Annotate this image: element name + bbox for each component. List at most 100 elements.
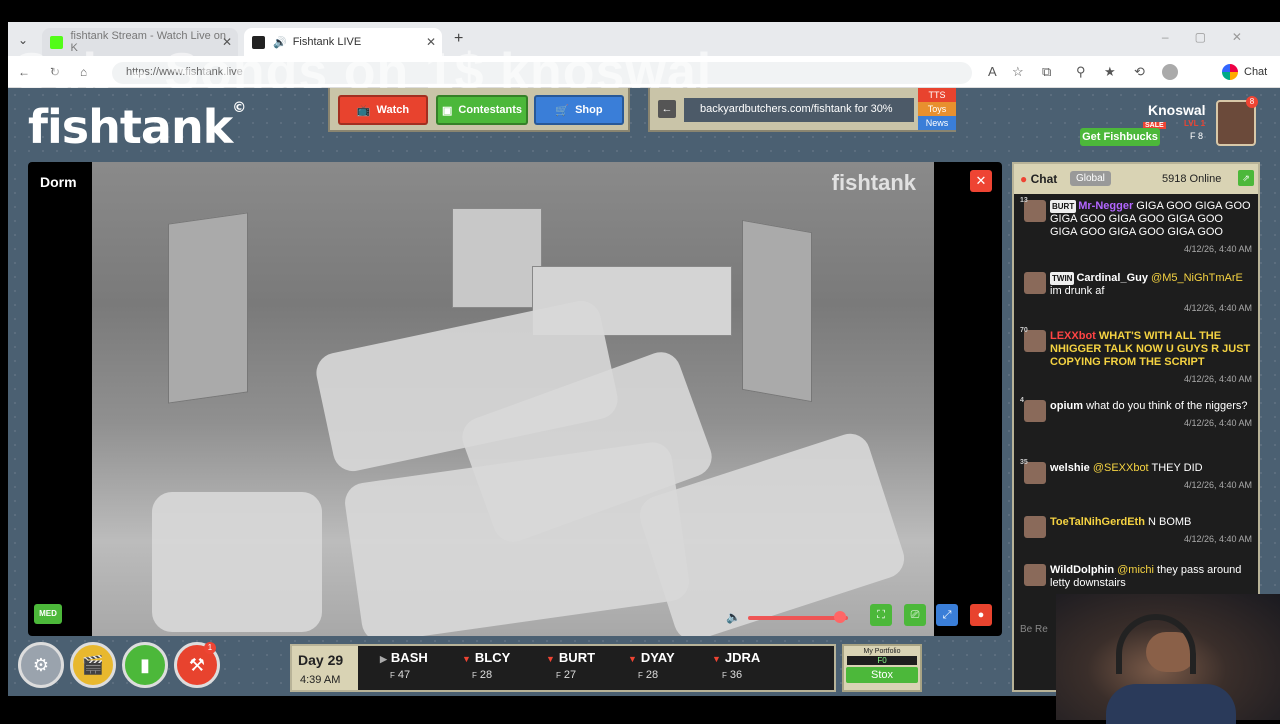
stock-price: F 27 [556, 669, 577, 681]
window-controls[interactable]: –▢✕ [1162, 30, 1268, 44]
avatar[interactable] [1024, 516, 1046, 538]
clapper-icon[interactable]: 🎬 [70, 642, 116, 688]
stock-item[interactable]: ▼ JDRA F 36 [712, 650, 792, 681]
chat-username[interactable]: Cardinal_Guy [1076, 272, 1148, 284]
chat-username[interactable]: LEXXbot [1050, 330, 1096, 342]
tts-tab[interactable]: TTS [918, 88, 956, 102]
copilot-button[interactable]: Chat [1222, 64, 1267, 80]
message-body: ToeTalNihGerdEth N BOMB 4/12/26, 4:40 AM [1050, 516, 1252, 546]
read-aloud-icon[interactable]: A [988, 64, 997, 79]
chat-message[interactable]: 13 BURT Mr-Negger GIGA GOO GIGA GOO GIGA G… [1020, 197, 1252, 256]
new-tab-icon[interactable]: + [454, 30, 463, 48]
message-body: WildDolphin @michi they pass around lett… [1050, 564, 1252, 590]
avatar[interactable] [1024, 272, 1046, 294]
home-icon[interactable]: ⌂ [80, 65, 87, 79]
stock-item[interactable]: ▼ BLCY F 28 [462, 650, 542, 681]
item-icon[interactable]: ▮ [122, 642, 168, 688]
mention[interactable]: @michi [1117, 564, 1154, 576]
volume-slider[interactable] [748, 616, 848, 620]
tab-list-icon[interactable]: ⌄ [18, 33, 28, 47]
history-icon[interactable]: ⟲ [1134, 64, 1145, 80]
chat-message[interactable]: 70 LEXXbot WHAT'S WITH ALL THE NHIGGER TA… [1020, 327, 1252, 386]
stock-name: ▼ JDRA [712, 650, 761, 665]
refresh-icon[interactable]: ↻ [50, 65, 60, 79]
message-text: im drunk af [1050, 285, 1105, 297]
mention[interactable]: @M5_NiGhTmArE [1151, 272, 1243, 284]
day-stock-panel: Day 29 4:39 AM ▶ BASH F 47 ▼ BLCY F 28 ▼ BURT F 27 ▼… [290, 644, 836, 692]
stox-button[interactable]: Stox [846, 667, 918, 683]
favorite-star-icon[interactable]: ☆ [1012, 64, 1024, 80]
chat-username[interactable]: WildDolphin [1050, 564, 1114, 576]
arrow-left-icon[interactable]: ← [658, 100, 676, 118]
extensions-icon[interactable]: ⧉ [1042, 64, 1051, 80]
close-tab-icon[interactable]: ✕ [426, 35, 436, 49]
settings-icon[interactable]: ⚙ [18, 642, 64, 688]
volume-slider-handle[interactable] [834, 611, 846, 623]
camera-feed[interactable]: fishtank [92, 162, 934, 636]
fullscreen-icon[interactable]: ⛶ [870, 604, 892, 626]
quality-button[interactable]: MED [34, 604, 62, 624]
chat-username[interactable]: opium [1050, 400, 1083, 412]
avatar[interactable]: 8 [1216, 96, 1258, 146]
news-tab[interactable]: News [918, 116, 956, 130]
stock-item[interactable]: ▼ DYAY F 28 [628, 650, 708, 681]
speaker-icon[interactable]: 🔊 [273, 36, 287, 49]
fishtank-logo[interactable]: fishtank© [28, 100, 246, 154]
profile-icon[interactable] [1162, 64, 1178, 80]
get-fishbucks-button[interactable]: Get Fishbucks [1080, 128, 1160, 146]
bed [342, 439, 692, 636]
close-tab-icon[interactable]: ✕ [222, 35, 232, 49]
stock-item[interactable]: ▶ BASH F 47 [380, 650, 460, 681]
stock-name: ▼ BURT [546, 650, 596, 665]
message-text: what do you think of the niggers? [1086, 400, 1248, 412]
chat-username[interactable]: welshie [1050, 462, 1090, 474]
portfolio-panel: My Portfolio F0 Stox [842, 644, 922, 692]
contestants-button[interactable]: ▣ Contestants [436, 95, 528, 125]
chat-input[interactable]: Be Re [1020, 624, 1060, 646]
tab-kick[interactable]: fishtank Stream - Watch Live on K ✕ [42, 28, 238, 56]
expand-icon[interactable]: ⤢ [936, 604, 958, 626]
chat-message[interactable]: 35 welshie @SEXXbot THEY DID 4/12/26, 4:40… [1020, 459, 1252, 492]
user-level: 13 [1020, 197, 1028, 204]
chat-message[interactable]: TWIN Cardinal_Guy @M5_NiGhTmArE im drunk … [1020, 272, 1252, 315]
timestamp: 4/12/26, 4:40 AM [1183, 418, 1252, 428]
chat-username[interactable]: Mr-Negger [1078, 200, 1133, 212]
user-level: 70 [1020, 327, 1028, 334]
watch-button[interactable]: 📺 Watch [338, 95, 428, 125]
volume-icon[interactable]: 🔈 [726, 610, 741, 624]
chat-message[interactable]: ToeTalNihGerdEth N BOMB 4/12/26, 4:40 AM [1020, 516, 1252, 546]
video-player[interactable]: Dorm fishtank ✕ MED 🔈 ⛶ ⎚ ⤢ ● [28, 162, 1002, 636]
timestamp: 4/12/26, 4:40 AM [1183, 480, 1252, 490]
tab-fishtank[interactable]: 🔊 Fishtank LIVE ✕ [244, 28, 442, 56]
message-body: TWIN Cardinal_Guy @M5_NiGhTmArE im drunk … [1050, 272, 1252, 315]
popout-icon[interactable]: ⇗ [1238, 170, 1254, 186]
cast-icon[interactable]: ⎚ [904, 604, 926, 626]
ticker-text[interactable]: backyardbutchers.com/fishtank for 30% [684, 98, 914, 122]
stock-price: F 28 [472, 669, 493, 681]
main-nav: 📺 Watch ▣ Contestants 🛒 Shop [328, 88, 630, 132]
timestamp: 4/12/26, 4:40 AM [1183, 303, 1252, 313]
username[interactable]: Knoswal [1148, 102, 1206, 118]
toys-tab[interactable]: Toys [918, 102, 956, 116]
favorites-icon[interactable]: ★ [1104, 64, 1116, 80]
avatar[interactable] [1024, 564, 1046, 586]
shelf [452, 208, 542, 308]
chat-username[interactable]: ToeTalNihGerdEth [1050, 516, 1145, 528]
trend-down-icon: ▼ [628, 654, 637, 664]
bed [152, 492, 322, 632]
mention[interactable]: @SEXXbot [1093, 462, 1149, 474]
shop-button[interactable]: 🛒 Shop [534, 95, 624, 125]
tab-title: Fishtank LIVE [292, 36, 362, 48]
back-icon[interactable]: ← [18, 65, 30, 79]
chat-scope-toggle[interactable]: Global [1070, 171, 1111, 186]
play-icon: ▶ [380, 654, 387, 664]
record-icon[interactable]: ● [970, 604, 992, 626]
chat-message[interactable]: WildDolphin @michi they pass around lett… [1020, 564, 1252, 590]
user-level: 4 [1020, 397, 1024, 404]
close-video-icon[interactable]: ✕ [970, 170, 992, 192]
url-input[interactable]: https://www.fishtank.live [112, 62, 972, 84]
split-screen-icon[interactable]: ⚲ [1076, 64, 1086, 80]
stock-item[interactable]: ▼ BURT F 27 [546, 650, 626, 681]
avatar[interactable] [1024, 400, 1046, 422]
chat-message[interactable]: 4 opium what do you think of the niggers?… [1020, 397, 1252, 430]
